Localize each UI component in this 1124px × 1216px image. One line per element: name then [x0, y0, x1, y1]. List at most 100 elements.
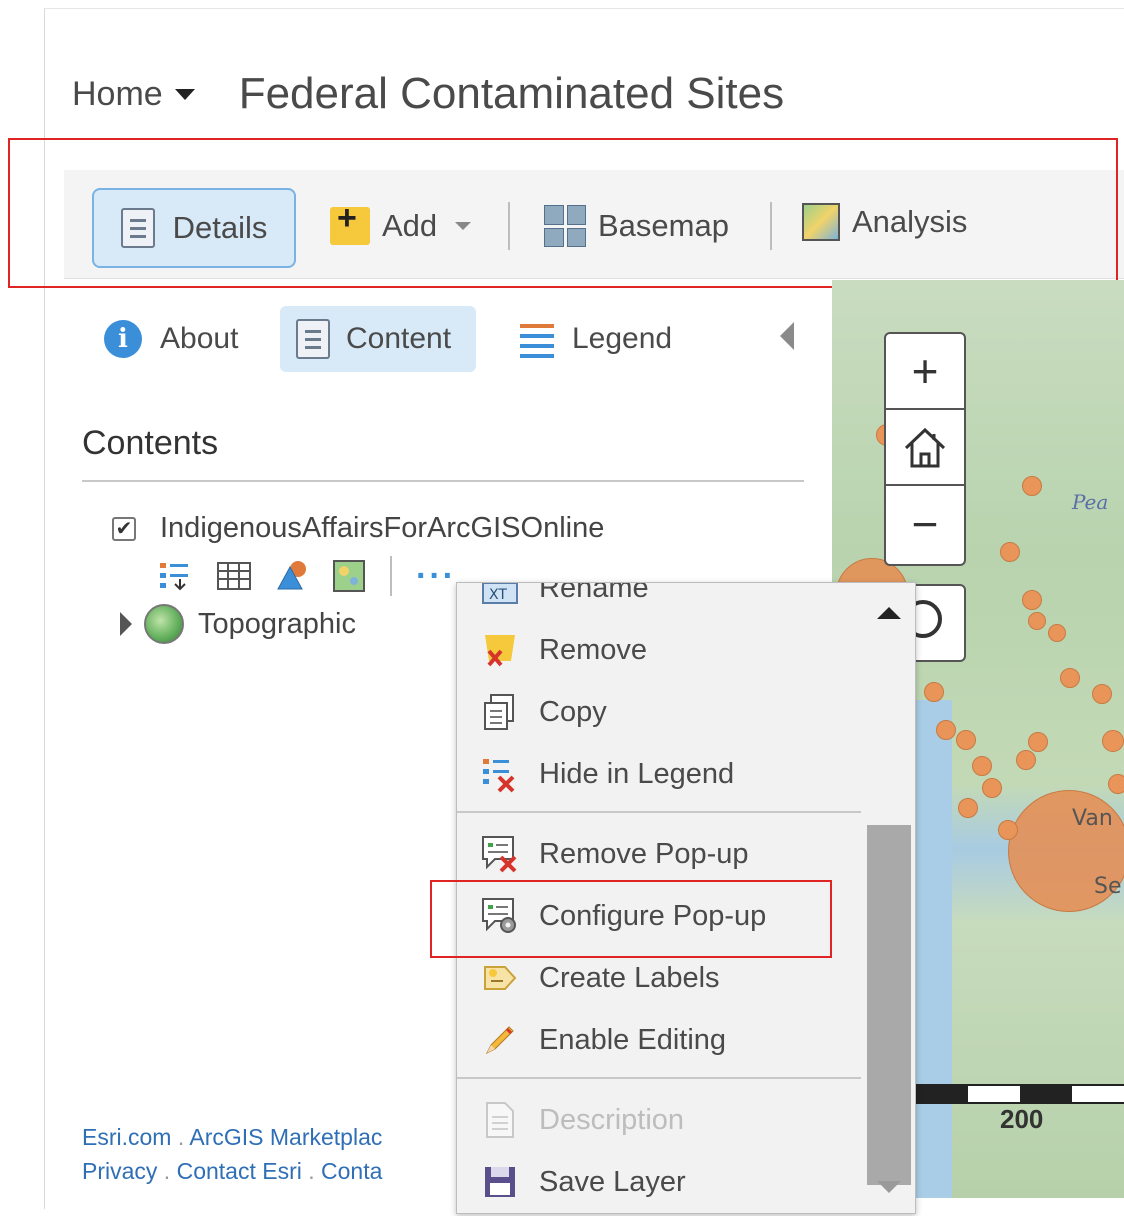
remove-popup-icon	[481, 835, 519, 873]
show-table-icon[interactable]	[216, 559, 252, 593]
menu-item-description: Description	[457, 1089, 861, 1151]
menu-item-hide-in-legend[interactable]: Hide in Legend	[457, 743, 861, 805]
save-icon	[481, 1163, 519, 1201]
footer-separator: .	[163, 1158, 171, 1184]
collapse-panel-icon[interactable]	[780, 322, 794, 350]
site-marker[interactable]	[1028, 612, 1046, 630]
layer-item[interactable]: Topographic	[120, 604, 356, 644]
menu-item-copy[interactable]: Copy	[457, 681, 861, 743]
menu-divider	[457, 1077, 861, 1079]
details-button[interactable]: Details	[92, 188, 296, 268]
details-label: Details	[172, 210, 268, 245]
home-icon	[904, 427, 946, 468]
site-marker[interactable]	[1028, 732, 1048, 752]
analysis-button[interactable]: Analysis	[802, 184, 967, 260]
footer-link[interactable]: Contact Esri	[177, 1158, 302, 1184]
site-marker[interactable]	[972, 756, 992, 776]
map-label: Se	[1094, 874, 1122, 899]
site-marker[interactable]	[1022, 476, 1042, 496]
perform-analysis-icon[interactable]	[332, 559, 368, 593]
menu-item-label: Configure Pop-up	[539, 899, 767, 932]
menu-scrollbar-thumb[interactable]	[867, 825, 911, 1185]
footer-link[interactable]: ArcGIS Marketplac	[189, 1124, 382, 1150]
map-label: Van	[1072, 806, 1113, 831]
expand-icon[interactable]	[120, 612, 132, 636]
tab-about-label: About	[160, 322, 239, 355]
menu-item-label: Copy	[539, 695, 607, 728]
tab-legend-label: Legend	[572, 322, 673, 355]
menu-item-save-layer[interactable]: Save Layer	[457, 1151, 861, 1213]
menu-item-rename[interactable]: XT Rename	[457, 582, 861, 619]
menu-item-label: Rename	[539, 582, 649, 604]
layer-name: Topographic	[198, 607, 356, 640]
panel-tabs: i About Content Legend	[96, 306, 816, 372]
caret-down-icon	[174, 88, 195, 100]
layer-item[interactable]: ✔ IndigenousAffairsForArcGISOnline	[112, 512, 604, 545]
tab-about[interactable]: i About	[104, 306, 238, 372]
menu-item-remove[interactable]: Remove	[457, 619, 861, 681]
site-marker[interactable]	[1108, 774, 1124, 794]
scale-label: 200	[1000, 1104, 1044, 1134]
menu-item-label: Description	[539, 1103, 685, 1136]
site-marker[interactable]	[956, 730, 976, 750]
menu-item-configure-popup[interactable]: Configure Pop-up	[457, 885, 861, 947]
divider	[82, 480, 804, 482]
menu-item-label: Enable Editing	[539, 1023, 727, 1056]
footer-link[interactable]: Conta	[321, 1158, 382, 1184]
zoom-in-button[interactable]: +	[886, 334, 964, 410]
layer-visibility-checkbox[interactable]: ✔	[112, 516, 136, 541]
legend-icon	[520, 320, 554, 358]
footer-links: Privacy . Contact Esri . Conta	[82, 1158, 382, 1185]
copy-icon	[481, 693, 519, 731]
show-legend-icon[interactable]	[158, 559, 194, 593]
menu-divider	[457, 811, 861, 813]
home-button[interactable]	[886, 410, 964, 486]
tab-content[interactable]: Content	[280, 306, 476, 372]
site-marker[interactable]	[1048, 624, 1066, 642]
more-options-icon[interactable]: ···	[416, 559, 456, 593]
scroll-up-icon[interactable]	[877, 607, 901, 619]
toolbar-divider	[770, 202, 772, 250]
divider	[390, 556, 392, 596]
home-menu[interactable]: Home	[72, 75, 195, 114]
tab-legend[interactable]: Legend	[520, 306, 672, 372]
scroll-down-icon[interactable]	[877, 1181, 901, 1193]
footer-link[interactable]: Privacy	[82, 1158, 157, 1184]
menu-item-create-labels[interactable]: Create Labels	[457, 947, 861, 1009]
site-marker[interactable]	[936, 720, 956, 740]
site-marker[interactable]	[1000, 542, 1020, 562]
basemap-button[interactable]: Basemap	[544, 188, 729, 264]
site-marker[interactable]	[1060, 668, 1080, 688]
site-marker[interactable]	[924, 682, 944, 702]
footer-link[interactable]: Esri.com	[82, 1124, 171, 1150]
site-marker[interactable]	[958, 798, 978, 818]
svg-text:XT: XT	[489, 587, 507, 603]
site-marker[interactable]	[1016, 750, 1036, 770]
contents-heading: Contents	[82, 424, 219, 462]
footer-separator: .	[308, 1158, 315, 1184]
site-marker[interactable]	[998, 820, 1018, 840]
add-button[interactable]: Add	[330, 188, 472, 264]
layer-context-menu: XT Rename Remove Copy Hide in Legend Rem…	[456, 582, 916, 1214]
menu-item-label: Save Layer	[539, 1165, 686, 1198]
site-marker[interactable]	[1102, 730, 1124, 752]
site-marker[interactable]	[1022, 590, 1042, 610]
site-marker[interactable]	[982, 778, 1002, 798]
home-label: Home	[72, 74, 163, 113]
menu-item-remove-popup[interactable]: Remove Pop-up	[457, 823, 861, 885]
page-header: Home Federal Contaminated Sites	[72, 64, 784, 124]
chevron-down-icon	[455, 222, 472, 230]
rename-icon: XT	[481, 583, 519, 607]
menu-item-enable-editing[interactable]: Enable Editing	[457, 1009, 861, 1071]
menu-item-label: Remove	[539, 633, 647, 666]
zoom-out-button[interactable]: −	[886, 486, 964, 562]
analysis-icon	[802, 203, 840, 241]
site-marker[interactable]	[1092, 684, 1112, 704]
page-title: Federal Contaminated Sites	[238, 69, 785, 118]
zoom-control: + −	[884, 332, 966, 566]
change-style-icon[interactable]	[274, 559, 310, 593]
remove-icon	[481, 631, 519, 669]
layer-name: IndigenousAffairsForArcGISOnline	[160, 512, 605, 544]
menu-item-label: Create Labels	[539, 961, 720, 994]
scale-bar	[916, 1084, 1124, 1104]
